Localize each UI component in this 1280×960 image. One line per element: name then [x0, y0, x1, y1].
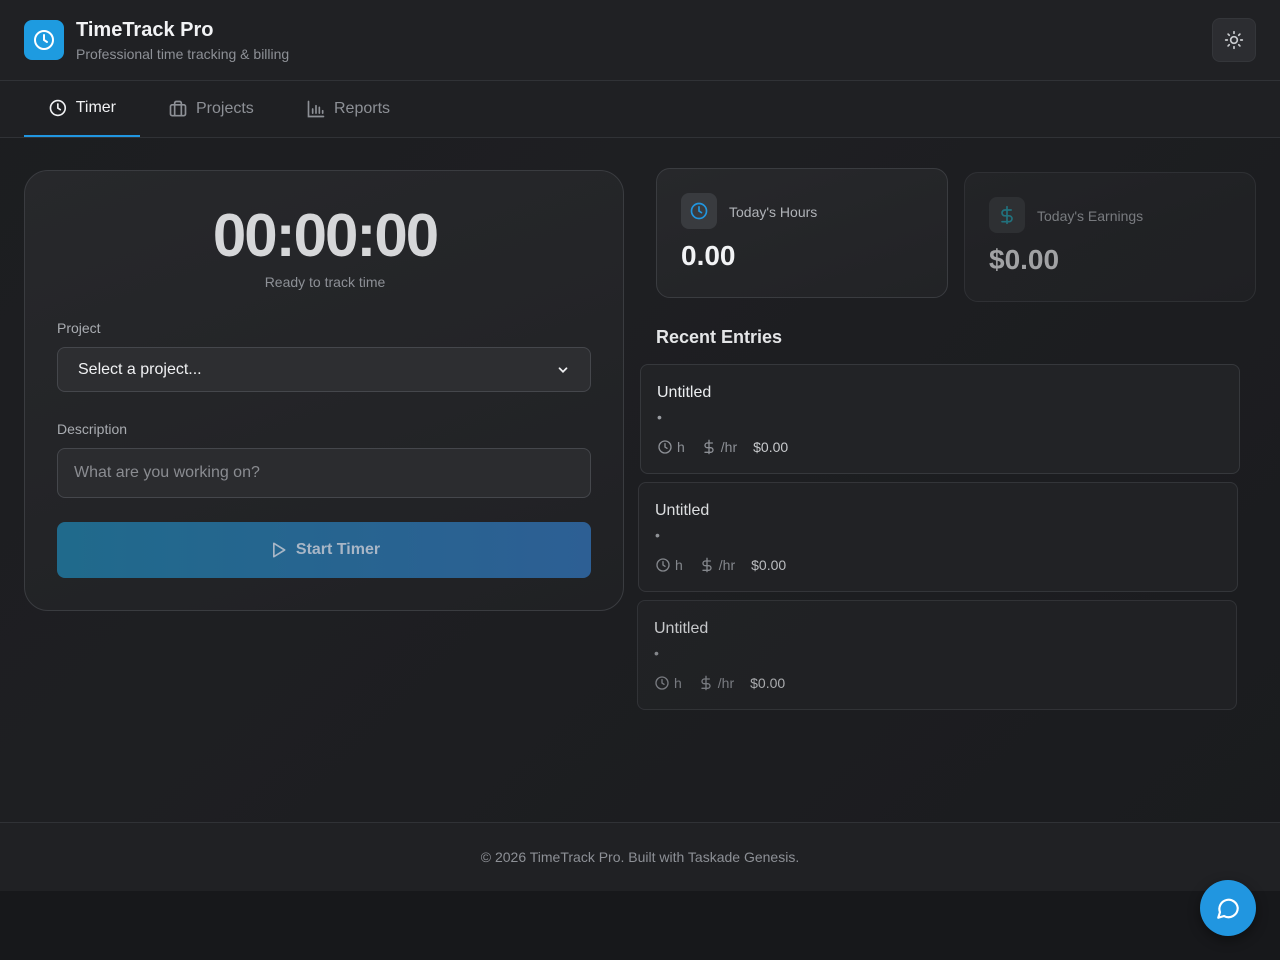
play-icon	[272, 542, 286, 558]
sun-icon	[1224, 30, 1244, 50]
entry-title: Untitled	[655, 502, 710, 519]
tab-timer[interactable]: Timer	[24, 81, 140, 137]
dollar-icon	[1001, 205, 1013, 225]
app-header: TimeTrack Pro Professional time tracking…	[0, 0, 1280, 81]
entry-title: Untitled	[654, 620, 709, 637]
timer-card: 00:00:00 Ready to track time Project Sel…	[24, 170, 624, 611]
today-earnings-card: Today's Earnings $0.00	[964, 172, 1256, 302]
entry-amount: $0.00	[753, 439, 789, 455]
entry-rate: /hr	[699, 557, 735, 573]
tab-label: Reports	[334, 100, 391, 117]
entry-meta: h /hr $0.00	[657, 439, 788, 455]
entry-meta: h /hr $0.00	[655, 557, 786, 573]
tab-reports[interactable]: Reports	[282, 81, 414, 137]
entry-bullet: •	[657, 409, 662, 425]
entry-meta: h /hr $0.00	[654, 675, 785, 691]
entry-amount: $0.00	[750, 675, 786, 691]
bar-chart-icon	[307, 100, 325, 118]
clock-icon	[690, 202, 708, 220]
clock-icon	[49, 99, 67, 117]
list-item[interactable]: Untitled • h /hr $0.00	[638, 482, 1238, 592]
chevron-down-icon	[558, 366, 568, 373]
entry-rate-text: /hr	[718, 557, 736, 573]
list-item[interactable]: Untitled • h /hr $0.00	[637, 600, 1237, 710]
entry-rate-text: /hr	[720, 439, 738, 455]
start-timer-label: Start Timer	[295, 541, 381, 558]
clock-icon	[655, 676, 669, 690]
tab-projects[interactable]: Projects	[144, 81, 278, 137]
entry-title: Untitled	[657, 384, 712, 401]
theme-toggle-button[interactable]	[1212, 18, 1256, 62]
dollar-icon	[704, 439, 714, 455]
stat-icon-box	[681, 193, 717, 229]
entry-hours: h	[654, 675, 682, 691]
tab-label: Timer	[75, 99, 116, 116]
entry-rate: /hr	[698, 675, 734, 691]
app-logo	[24, 20, 64, 60]
entry-hours-text: h	[675, 557, 683, 573]
today-earnings-value: $0.00	[989, 244, 1060, 275]
entry-rate: /hr	[701, 439, 737, 455]
list-item[interactable]: Untitled • h /hr $0.00	[640, 364, 1240, 474]
description-label: Description	[57, 421, 128, 437]
chat-button[interactable]	[1200, 880, 1256, 936]
recent-entries-title: Recent Entries	[656, 327, 783, 347]
entry-bullet: •	[655, 527, 660, 543]
dollar-icon	[702, 557, 712, 573]
entry-hours-text: h	[677, 439, 685, 455]
clock-icon	[34, 30, 54, 50]
entry-hours: h	[657, 439, 685, 455]
today-hours-value: 0.00	[681, 240, 736, 271]
main-tabs: Timer Projects Reports	[0, 81, 1280, 138]
app-subtitle: Professional time tracking & billing	[76, 46, 290, 62]
dollar-icon	[701, 675, 711, 691]
entry-amount: $0.00	[751, 557, 787, 573]
today-hours-card: Today's Hours 0.00	[656, 168, 948, 298]
project-select[interactable]: Select a project...	[57, 347, 591, 392]
entry-bullet: •	[654, 645, 659, 661]
app-title: TimeTrack Pro	[76, 19, 214, 41]
start-timer-button[interactable]: Start Timer	[57, 522, 591, 578]
briefcase-icon	[169, 100, 187, 117]
clock-icon	[658, 440, 672, 454]
project-label: Project	[57, 320, 101, 336]
entry-hours-text: h	[674, 675, 682, 691]
project-select-value: Select a project...	[78, 360, 202, 378]
chat-bubble-icon	[1217, 898, 1239, 919]
timer-display: 00:00:00	[212, 202, 439, 269]
app-footer: © 2026 TimeTrack Pro. Built with Taskade…	[0, 822, 1280, 891]
description-input[interactable]	[57, 448, 591, 498]
stat-icon-box	[989, 197, 1025, 233]
timer-status: Ready to track time	[264, 274, 386, 290]
footer-text: © 2026 TimeTrack Pro. Built with Taskade…	[480, 849, 800, 865]
today-earnings-label: Today's Earnings	[1037, 208, 1144, 224]
clock-icon	[656, 558, 670, 572]
entry-rate-text: /hr	[717, 675, 735, 691]
today-hours-label: Today's Hours	[729, 204, 818, 220]
tab-label: Projects	[196, 100, 254, 117]
entry-hours: h	[655, 557, 683, 573]
